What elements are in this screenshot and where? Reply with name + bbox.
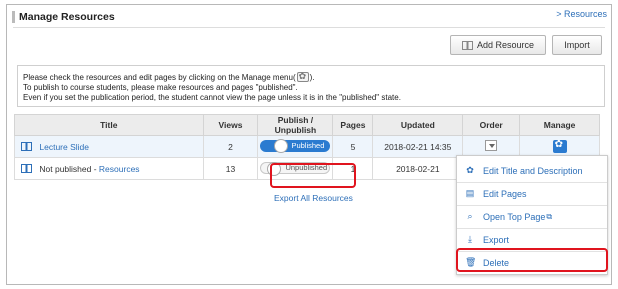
row-title-cell: Not published - Resources: [14, 157, 204, 180]
resource-title-link[interactable]: Lecture Slide: [39, 142, 89, 152]
notice-line-1-end: ).: [309, 73, 315, 82]
views-cell: 2: [202, 135, 259, 158]
gear-icon: ✿: [466, 165, 474, 175]
notice-line-1: Please check the resources and edit page…: [23, 71, 599, 83]
publish-cell: Published: [257, 135, 334, 158]
book-icon: [21, 141, 32, 151]
notice-line-2: To publish to course students, please ma…: [23, 83, 298, 92]
book-icon: [461, 40, 473, 50]
toggle-status-label: Published: [291, 140, 325, 150]
notice-line-1-text: Please check the resources and edit page…: [23, 73, 296, 82]
updated-cell: 2018-02-21: [372, 157, 464, 180]
column-header-pages: Pages: [332, 114, 374, 136]
menu-item-label: Edit Pages: [483, 188, 527, 199]
pages-cell: 5: [332, 135, 374, 158]
external-window-icon: ⧉: [546, 211, 553, 221]
search-page-icon: ⌕: [467, 211, 473, 221]
menu-item-label: Export: [483, 234, 510, 245]
menu-item-label: Edit Title and Description: [483, 165, 583, 176]
add-resource-button[interactable]: Add Resource: [450, 35, 546, 55]
unpublished-highlight: [270, 163, 356, 188]
delete-highlight: [456, 248, 608, 272]
export-icon: ⤓: [468, 234, 472, 244]
column-header-updated: Updated: [372, 114, 464, 136]
menu-item-export[interactable]: ⤓ Export: [457, 229, 607, 250]
menu-item-edit-pages[interactable]: ▤ Edit Pages: [457, 183, 607, 204]
menu-item-label: Open Top Page: [483, 211, 546, 222]
updated-cell: 2018-02-21 14:35: [372, 135, 464, 158]
publish-toggle[interactable]: Published: [260, 138, 331, 153]
pages-icon: ▤: [465, 188, 475, 198]
menu-item-open-top-page[interactable]: ⌕ Open Top Page ⧉: [457, 206, 607, 227]
menu-item-edit-title[interactable]: ✿ Edit Title and Description: [457, 160, 607, 181]
add-resource-label: Add Resource: [476, 40, 535, 50]
manage-gear-icon[interactable]: [552, 139, 567, 153]
resources-breadcrumb-link[interactable]: > Resources: [556, 9, 607, 19]
page-title: Manage Resources: [19, 11, 115, 23]
column-header-publish: Publish / Unpublish: [257, 114, 334, 136]
column-header-order: Order: [462, 114, 521, 136]
import-label: Import: [564, 40, 590, 50]
toggle-knob: [274, 138, 289, 153]
gear-icon: [296, 71, 309, 82]
column-header-title: Title: [14, 114, 204, 136]
notice-line-3: Even if you set the publication period, …: [23, 93, 401, 102]
export-all-resources-link[interactable]: Export All Resources: [274, 193, 353, 203]
header-divider: [13, 27, 605, 28]
column-header-manage: Manage: [519, 114, 600, 136]
resource-title-link[interactable]: Resources: [99, 164, 140, 174]
import-button[interactable]: Import: [552, 35, 602, 55]
instructions-notice: Please check the resources and edit page…: [17, 65, 605, 107]
row-title-cell: Lecture Slide: [14, 135, 204, 158]
order-dropdown[interactable]: [485, 140, 498, 151]
column-header-views: Views: [202, 114, 259, 136]
book-icon: [21, 163, 32, 173]
panel-header: Manage Resources > Resources: [7, 5, 611, 27]
not-published-prefix: Not published -: [39, 163, 99, 174]
title-accent-bar: [12, 11, 15, 23]
views-cell: 13: [202, 157, 259, 180]
table-header-row: Title Views Publish / Unpublish Pages Up…: [14, 114, 600, 136]
